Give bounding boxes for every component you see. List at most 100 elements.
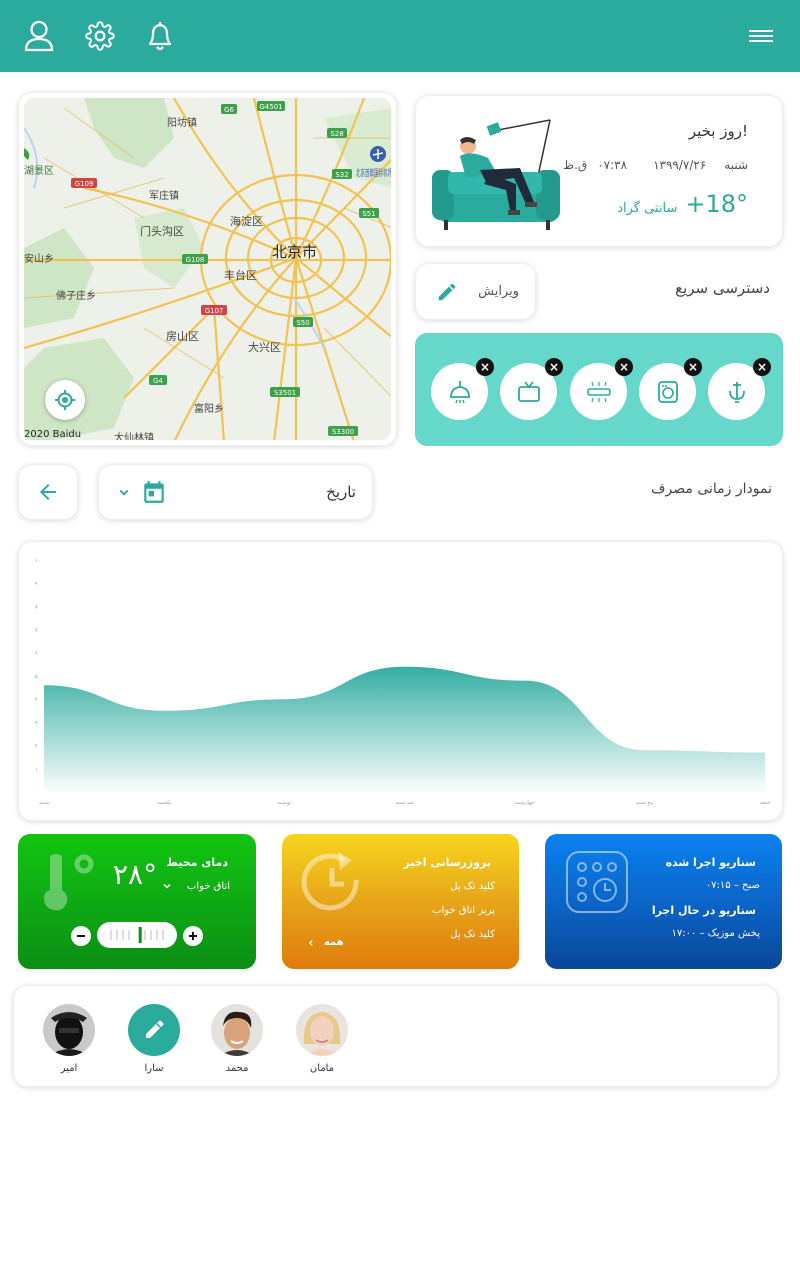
user-avatar-mom[interactable] — [296, 1004, 348, 1056]
map-label: 军庄镇 — [149, 189, 179, 202]
minus-icon — [77, 935, 85, 937]
map-label: 佛子庄乡 — [56, 289, 96, 302]
y-tick-label: ۲ — [35, 744, 38, 750]
usage-area-series — [44, 666, 765, 792]
map-label: 安山乡 — [24, 252, 54, 265]
see-all-link[interactable]: همه — [306, 937, 344, 948]
back-button[interactable] — [18, 464, 78, 520]
day-text: شنبه — [724, 158, 748, 172]
notifications-button[interactable] — [142, 18, 178, 54]
man-avatar — [211, 1004, 263, 1056]
temp-decrease-button[interactable] — [71, 926, 91, 946]
remove-device-button[interactable]: × — [476, 358, 494, 376]
washing-machine-icon — [657, 380, 678, 403]
relaxing-illustration — [430, 110, 562, 234]
remove-device-button[interactable]: × — [684, 358, 702, 376]
device-tv[interactable]: × — [500, 358, 563, 420]
chevron-left-icon — [308, 939, 313, 946]
locate-me-button[interactable] — [45, 380, 85, 420]
map-label: 大兴区 — [248, 340, 281, 354]
ampm-text: ق.ظ — [563, 158, 588, 172]
map-label: 阳坊镇 — [167, 116, 197, 129]
usage-chart-card: ۱ ۲ ۳ ۴ ۵ ۶ ۷ ۸ ۹ ۱۰ شنبه یکشنبه دوشنبه سه شنبه چهارش… — [18, 541, 783, 821]
x-tick-label: سه شنبه — [395, 800, 413, 806]
user-icon — [24, 20, 54, 52]
recent-updates-tile[interactable]: بروزرسانی اخیر کلید تک پل پریز اتاق خواب… — [282, 834, 519, 969]
hamburger-icon — [749, 30, 773, 42]
x-tick-label: یکشنبه — [157, 800, 172, 806]
y-tick-label: ۵ — [35, 674, 38, 680]
family-members-card: مامان محمد سارا امیر — [13, 985, 778, 1087]
device-washing-machine[interactable]: × — [639, 358, 702, 420]
user-name: امیر — [60, 1063, 78, 1074]
y-tick-label: ۱۰ — [35, 558, 40, 564]
remove-device-button[interactable]: × — [545, 358, 563, 376]
menu-button[interactable] — [745, 26, 777, 48]
map-label: 湖景区 — [24, 165, 54, 177]
remove-device-button[interactable]: × — [615, 358, 633, 376]
faucet-icon — [728, 381, 745, 403]
settings-button[interactable] — [82, 18, 118, 54]
gear-icon — [85, 21, 115, 51]
y-tick-label: ۷ — [35, 628, 38, 634]
arrow-left-icon — [40, 484, 56, 500]
air-conditioner-icon — [586, 381, 611, 402]
ambient-temp-tile[interactable]: دمای محیط اتاق خواب ۲۸° — [18, 834, 256, 969]
lamp-icon — [449, 380, 470, 403]
x-tick-label: شنبه — [39, 800, 49, 806]
quick-access-panel: × × × × × — [415, 333, 783, 446]
see-all-label: همه — [324, 937, 344, 948]
chevron-down-icon — [163, 883, 171, 889]
time-text: ۰۷:۳۸ — [597, 158, 628, 172]
map-label: 门头沟区 — [140, 224, 184, 238]
date-dropdown[interactable]: تاریخ — [98, 464, 373, 520]
user-name: محمد — [225, 1063, 249, 1074]
temp-slider[interactable] — [97, 922, 177, 948]
x-tick-label: جمعه — [759, 800, 770, 806]
welcome-card: روز بخیر! شنبه ۱۳۹۹/۷/۲۶ ۰۷:۳۸ ق.ظ سانتی… — [415, 95, 783, 247]
user-avatar-mohammad[interactable] — [211, 1004, 263, 1056]
highway-shield: G4 — [153, 377, 163, 385]
device-faucet[interactable]: × — [708, 358, 771, 420]
temp-increase-button[interactable] — [183, 926, 203, 946]
profile-button[interactable] — [21, 18, 57, 54]
room-selector[interactable]: اتاق خواب — [161, 880, 230, 892]
highway-shield: G6 — [224, 106, 234, 114]
device-air-conditioner[interactable]: × — [570, 358, 633, 420]
room-label: اتاق خواب — [186, 880, 230, 892]
tv-icon — [517, 380, 540, 402]
temp-value: +18° — [685, 190, 748, 218]
remove-device-button[interactable]: × — [753, 358, 771, 376]
crosshair-icon — [55, 390, 75, 410]
bell-icon — [148, 22, 172, 51]
usage-chart-title: نمودار زمانی مصرف — [651, 481, 772, 497]
scenario-running-title: سناریو در حال اجرا — [651, 904, 756, 917]
map-label: 丰台区 — [224, 268, 257, 282]
edit-quick-access-button[interactable]: ویرایش — [415, 263, 536, 320]
ambient-temp-value: ۲۸° — [113, 858, 158, 891]
device-lamp[interactable]: × — [431, 358, 494, 420]
highway-shield: S51 — [362, 210, 375, 218]
highway-shield: S3300 — [332, 428, 354, 436]
map-label: 大仙林镇 — [114, 431, 154, 440]
x-tick-label: پنج شنبه — [636, 800, 654, 806]
updates-title: بروزرسانی اخیر — [403, 856, 491, 869]
map-copyright: 2020 Baidu — [24, 429, 82, 440]
scenario-tile[interactable]: سناریو اجرا شده صبح – ۰۷:۱۵ سناریو در حا… — [545, 834, 782, 969]
woman-avatar — [296, 1004, 348, 1056]
highway-shield: G108 — [186, 256, 205, 264]
highway-shield: S3501 — [274, 389, 296, 397]
chevron-down-icon — [119, 489, 129, 496]
ambient-title: دمای محیط — [166, 856, 228, 869]
user-avatar-amir[interactable] — [43, 1004, 95, 1056]
quick-access-title: دسترسی سریع — [675, 279, 770, 297]
thermometer-icon — [44, 854, 94, 911]
temperature-row: سانتی گراد +18° — [617, 190, 748, 218]
highway-shield: S28 — [330, 130, 343, 138]
pencil-icon — [438, 283, 456, 300]
user-name: سارا — [144, 1063, 164, 1074]
update-item: کلید تک پل — [450, 881, 495, 892]
temp-unit: سانتی گراد — [617, 201, 678, 216]
user-avatar-sara[interactable] — [128, 1004, 180, 1056]
usage-chart: ۱ ۲ ۳ ۴ ۵ ۶ ۷ ۸ ۹ ۱۰ شنبه یکشنبه دوشنبه سه شنبه چهارش… — [35, 558, 771, 806]
